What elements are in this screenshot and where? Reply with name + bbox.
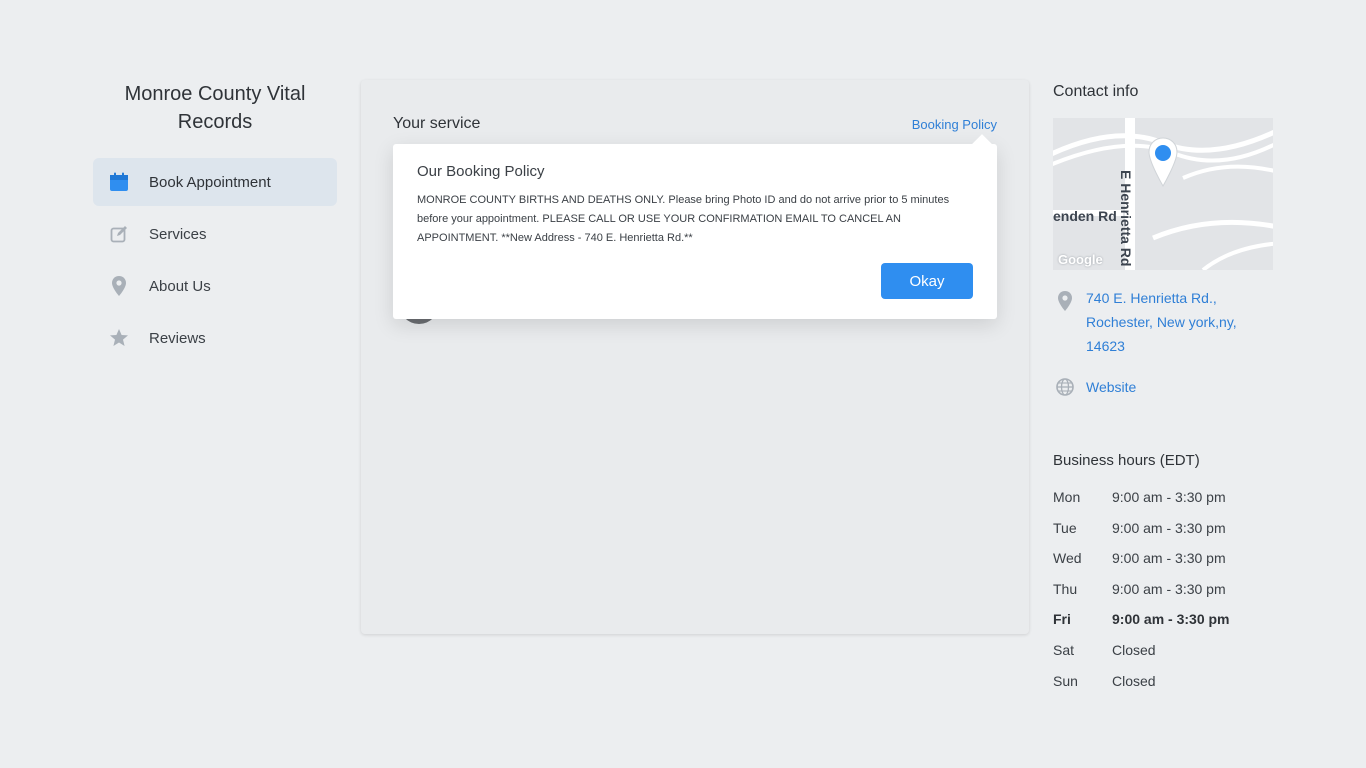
- map-street-label-west: enden Rd: [1053, 208, 1117, 224]
- hours-time: Closed: [1112, 672, 1156, 689]
- hours-day: Sat: [1053, 641, 1075, 658]
- hours-time: 9:00 am - 3:30 pm: [1112, 611, 1230, 628]
- sidebar-item-about-us[interactable]: About Us: [93, 262, 337, 310]
- business-hours-title: Business hours (EDT): [1053, 452, 1200, 469]
- hours-day: Mon: [1053, 489, 1081, 505]
- popover-body: MONROE COUNTY BIRTHS AND DEATHS ONLY. Pl…: [417, 194, 950, 244]
- sidebar-item-label: Reviews: [149, 329, 206, 347]
- globe-icon: [1053, 378, 1077, 396]
- hours-time: 9:00 am - 3:30 pm: [1112, 519, 1226, 536]
- sidebar-item-label: About Us: [149, 277, 211, 295]
- star-icon: [109, 328, 129, 348]
- hours-row: Mon 9:00 am - 3:30 pm: [1053, 489, 1273, 520]
- sidebar-nav: Book Appointment Services About Us Revie…: [93, 158, 337, 366]
- location-map[interactable]: enden Rd E Henrietta Rd Google: [1053, 118, 1273, 270]
- map-graphic: enden Rd E Henrietta Rd: [1053, 118, 1273, 270]
- address-row: 740 E. Henrietta Rd., Rochester, New yor…: [1053, 286, 1256, 358]
- hours-row-today: Fri 9:00 am - 3:30 pm: [1053, 611, 1273, 642]
- hours-row: Sun Closed: [1053, 673, 1273, 704]
- popover-title: Our Booking Policy: [417, 163, 545, 180]
- hours-time: 9:00 am - 3:30 pm: [1112, 489, 1226, 505]
- okay-button[interactable]: Okay: [881, 263, 973, 299]
- sidebar-item-book-appointment[interactable]: Book Appointment: [93, 158, 337, 206]
- website-row: Website: [1053, 375, 1136, 399]
- calendar-icon: [109, 172, 129, 192]
- hours-time: 9:00 am - 3:30 pm: [1112, 550, 1226, 567]
- booking-policy-link[interactable]: Booking Policy: [912, 117, 997, 132]
- website-link[interactable]: Website: [1086, 375, 1136, 399]
- location-pin-icon: [109, 276, 129, 296]
- hours-day: Tue: [1053, 519, 1077, 536]
- hours-row: Thu 9:00 am - 3:30 pm: [1053, 581, 1273, 612]
- edit-icon: [109, 224, 129, 244]
- contact-info-title: Contact info: [1053, 83, 1139, 100]
- hours-time: 9:00 am - 3:30 pm: [1112, 580, 1226, 597]
- business-name: Monroe County Vital Records: [124, 83, 306, 133]
- map-street-label-henrietta: E Henrietta Rd: [1118, 170, 1134, 266]
- hours-row: Sat Closed: [1053, 642, 1273, 673]
- location-pin-icon: [1053, 286, 1077, 358]
- hours-row: Wed 9:00 am - 3:30 pm: [1053, 550, 1273, 581]
- address-link[interactable]: 740 E. Henrietta Rd., Rochester, New yor…: [1086, 286, 1256, 358]
- hours-time: Closed: [1112, 641, 1156, 658]
- sidebar-item-label: Services: [149, 225, 207, 243]
- sidebar-item-services[interactable]: Services: [93, 210, 337, 258]
- hours-day: Fri: [1053, 611, 1071, 628]
- business-hours-table: Mon 9:00 am - 3:30 pm Tue 9:00 am - 3:30…: [1053, 489, 1273, 703]
- hours-row: Tue 9:00 am - 3:30 pm: [1053, 520, 1273, 551]
- hours-day: Wed: [1053, 550, 1082, 567]
- sidebar-item-reviews[interactable]: Reviews: [93, 314, 337, 362]
- hours-day: Thu: [1053, 580, 1078, 597]
- hours-day: Sun: [1053, 672, 1078, 689]
- map-attribution: Google: [1058, 252, 1103, 267]
- service-section-title: Your service: [393, 115, 481, 132]
- sidebar-item-label: Book Appointment: [149, 173, 271, 191]
- booking-policy-popover: Our Booking Policy MONROE COUNTY BIRTHS …: [393, 134, 997, 319]
